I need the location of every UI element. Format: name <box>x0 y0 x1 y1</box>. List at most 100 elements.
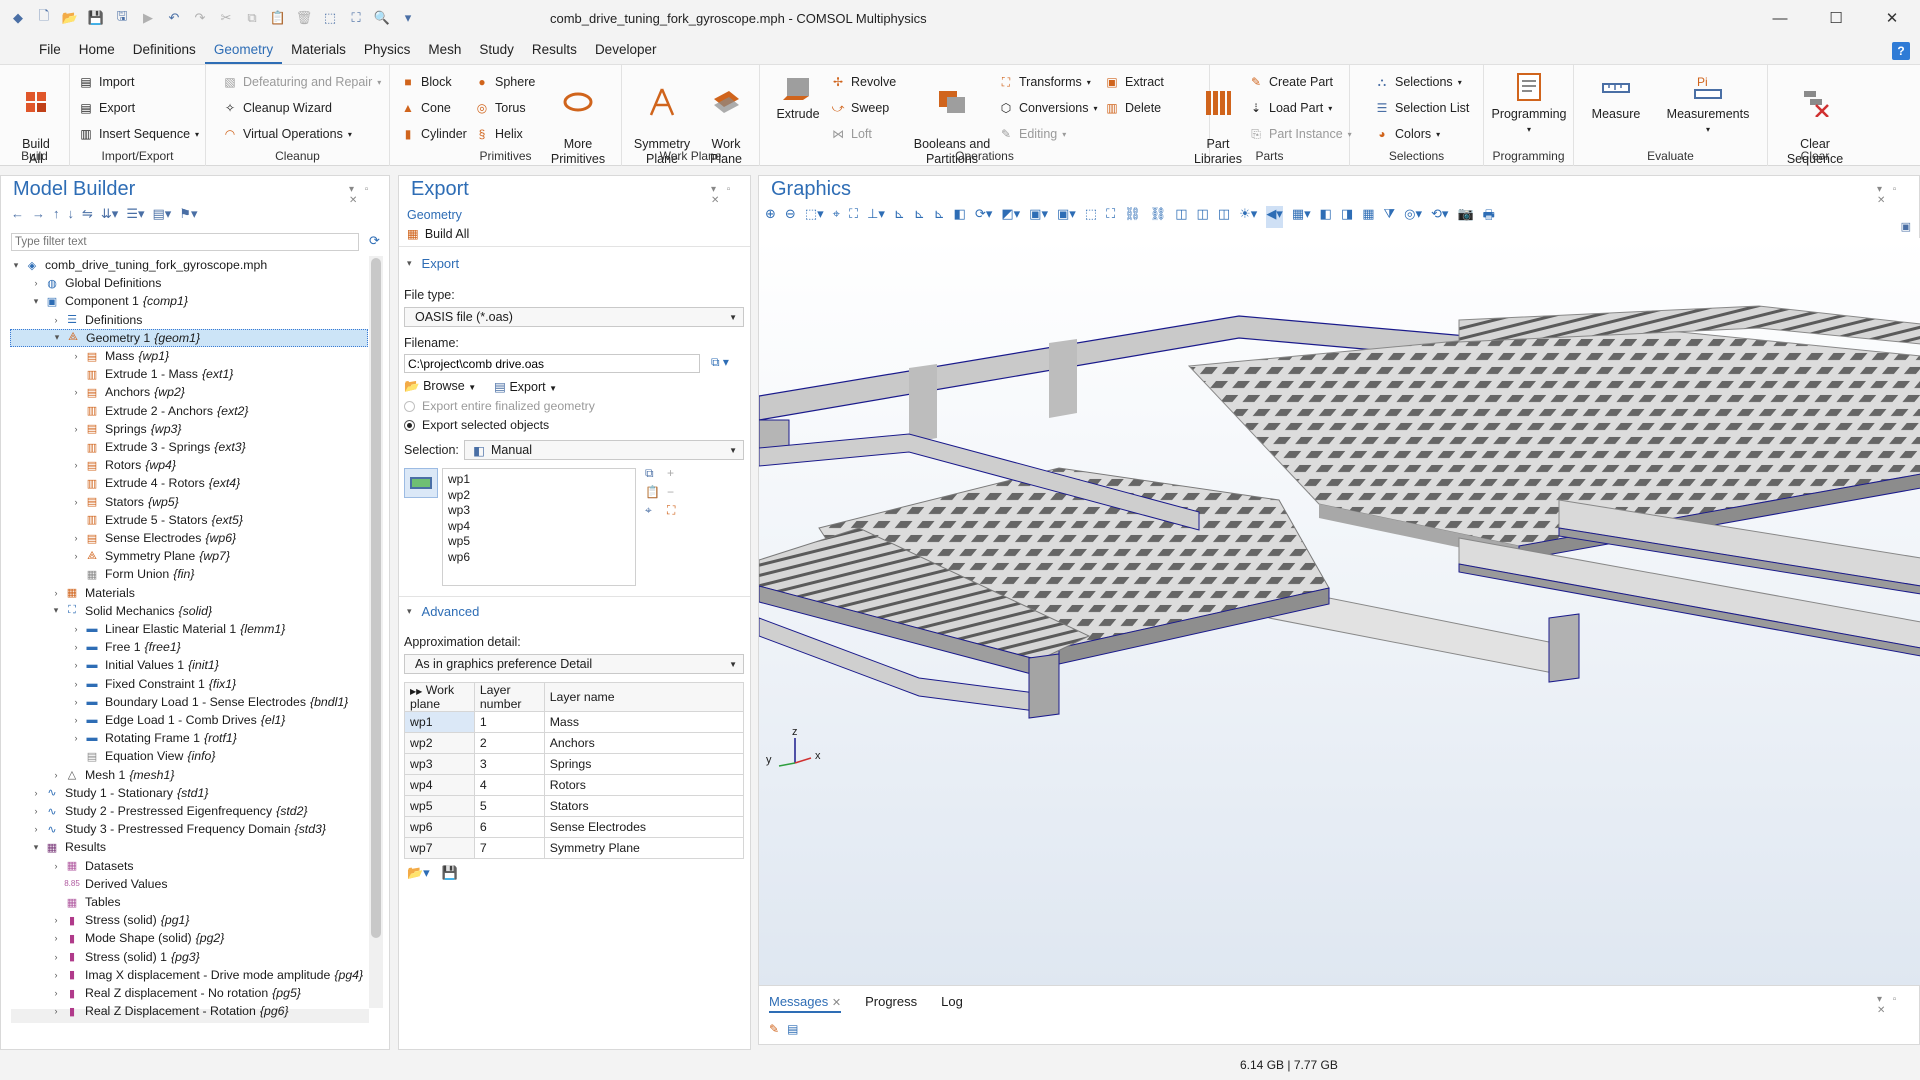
copy-selection-icon[interactable]: ⧉ <box>645 466 667 481</box>
import-button[interactable]: ▤ Import <box>78 71 134 93</box>
block-button[interactable]: ■ Block <box>400 71 451 93</box>
minimize-button[interactable]: — <box>1752 0 1808 36</box>
expand-icon[interactable]: › <box>70 351 82 361</box>
show-icon[interactable]: ⇋ <box>82 206 93 222</box>
programming-button[interactable]: Programming ▾ <box>1488 71 1570 137</box>
view-icon[interactable]: ▤▾ <box>153 206 172 222</box>
tree-node[interactable]: › ▦ Datasets <box>50 857 138 875</box>
menu-study[interactable]: Study <box>470 38 523 64</box>
selection-list-item[interactable]: wp4 <box>443 519 635 535</box>
tree-node[interactable]: › ▮ Real Z displacement - No rotation {pg5} <box>50 984 301 1002</box>
table-cell[interactable]: 5 <box>473 795 545 817</box>
expand-icon[interactable]: › <box>70 387 82 397</box>
expand-icon[interactable]: › <box>50 861 62 871</box>
views-icon[interactable]: ◧ <box>1320 206 1332 228</box>
select-objects-icon[interactable]: ◩▾ <box>1001 206 1020 228</box>
selection-list-item[interactable]: wp2 <box>443 488 635 504</box>
zoom-box-icon[interactable]: ⬚▾ <box>805 206 824 228</box>
insert-sequence-button[interactable]: ▥ Insert Sequence ▾ <box>78 123 199 145</box>
tree-node[interactable]: › ▦ Materials <box>50 584 139 602</box>
tree-node[interactable]: ▾ ◈ comb_drive_tuning_fork_gyroscope.mph <box>10 256 271 274</box>
tab-messages[interactable]: Messages ✕ <box>769 994 842 1013</box>
table-cell[interactable]: Mass <box>543 711 745 733</box>
select-box-icon[interactable]: ⬚ <box>1085 206 1097 228</box>
expand-icon[interactable]: ⇊▾ <box>101 206 118 222</box>
menu-home[interactable]: Home <box>70 38 124 64</box>
section-export[interactable]: ▾ Export <box>407 256 459 271</box>
run-icon[interactable]: ▶ <box>138 8 158 28</box>
wireframe-icon[interactable]: ◫ <box>1197 206 1209 228</box>
tab-log[interactable]: Log <box>941 994 963 1013</box>
zx-view-icon[interactable]: ⊾ <box>934 206 945 228</box>
tree-node[interactable]: ▾ ▦ Results <box>30 838 110 856</box>
help-button[interactable]: ? <box>1892 42 1910 60</box>
defeaturing-button[interactable]: ▧ Defeaturing and Repair ▾ <box>222 71 381 93</box>
selection-list-item[interactable]: wp6 <box>443 550 635 566</box>
loft-button[interactable]: ⋈ Loft <box>830 123 872 145</box>
tree-node[interactable]: ▥ Extrude 3 - Springs {ext3} <box>70 438 246 456</box>
expand-icon[interactable]: › <box>70 533 82 543</box>
default-view-icon[interactable]: ◧ <box>954 206 966 228</box>
delete-button[interactable]: ▥ Delete <box>1104 97 1161 119</box>
table-cell[interactable]: wp7 <box>404 837 475 859</box>
expand-icon[interactable]: › <box>70 424 82 434</box>
tree-node[interactable]: ▾ ⟁ Geometry 1 {geom1} <box>10 328 368 347</box>
expand-icon[interactable]: › <box>70 551 82 561</box>
scene-light-icon[interactable]: ☀▾ <box>1239 206 1257 228</box>
load-table-icon[interactable]: 📂▾ <box>407 865 430 881</box>
table-cell[interactable]: 6 <box>473 816 545 838</box>
tree-node[interactable]: › ▬ Edge Load 1 - Comb Drives {el1} <box>70 711 286 729</box>
menu-file[interactable]: File <box>30 38 70 64</box>
export-button[interactable]: ▤ Export <box>78 97 135 119</box>
pin-icon[interactable]: ⚑▾ <box>179 206 197 222</box>
clear-selection-icon[interactable]: ⛶ <box>1106 206 1115 228</box>
section-advanced[interactable]: ▾ Advanced <box>407 604 479 619</box>
expand-icon[interactable]: › <box>50 588 62 598</box>
table-cell[interactable]: wp6 <box>404 816 475 838</box>
up-icon[interactable]: ↑ <box>53 206 60 222</box>
radio-entire-geometry[interactable]: Export entire finalized geometry <box>404 399 595 413</box>
radio-selected-objects[interactable]: Export selected objects <box>404 418 549 432</box>
table-cell[interactable]: 3 <box>473 753 545 775</box>
expand-icon[interactable]: › <box>50 952 62 962</box>
collapse-icon[interactable]: ▾ <box>51 332 63 343</box>
select-boundary-icon[interactable]: ▣▾ <box>1057 206 1076 228</box>
selection-list-item[interactable]: wp3 <box>443 503 635 519</box>
tree-node[interactable]: › ▮ Mode Shape (solid) {pg2} <box>50 929 225 947</box>
expand-icon[interactable]: › <box>50 770 62 780</box>
table-cell[interactable]: wp5 <box>404 795 475 817</box>
open-icon[interactable]: 📂 <box>60 8 80 28</box>
header-cell[interactable]: ▶▶ Work plane <box>404 682 475 712</box>
tree-node[interactable]: › ⟁ Symmetry Plane {wp7} <box>70 547 231 565</box>
tree-node[interactable]: › ▬ Boundary Load 1 - Sense Electrodes {bnd… <box>70 693 349 711</box>
save-icon[interactable]: 💾 <box>86 8 106 28</box>
panel-controls[interactable]: ▾ ▫ ✕ <box>349 184 389 206</box>
tree-node[interactable]: › ▤ Springs {wp3} <box>70 420 182 438</box>
tree-scrollbar[interactable] <box>369 256 383 1008</box>
export-file-button[interactable]: ▤ Export ▼ <box>494 379 557 394</box>
yz-view-icon[interactable]: ⊾ <box>914 206 925 228</box>
table-cell[interactable]: wp4 <box>404 774 475 796</box>
table-row[interactable]: wp3 3 Springs <box>404 753 745 775</box>
highlight-icon[interactable]: ◎▾ <box>1404 206 1422 228</box>
tree-node[interactable]: › ▬ Rotating Frame 1 {rotf1} <box>70 729 237 747</box>
table-cell[interactable]: wp2 <box>404 732 475 754</box>
create-part-button[interactable]: ✎ Create Part <box>1248 71 1333 93</box>
part-instance-button[interactable]: ⎘ Part Instance ▾ <box>1248 123 1351 145</box>
table-cell[interactable]: 7 <box>473 837 545 859</box>
helix-button[interactable]: § Helix <box>474 123 523 145</box>
geometry-render[interactable] <box>758 238 1920 986</box>
table-cell[interactable]: Stators <box>543 795 745 817</box>
tree-node[interactable]: ▥ Extrude 2 - Anchors {ext2} <box>70 402 249 420</box>
expand-icon[interactable]: › <box>70 642 82 652</box>
tree-node[interactable]: ▤ Equation View {info} <box>70 747 216 765</box>
measurements-button[interactable]: Pi Measurements ▾ <box>1658 71 1758 137</box>
cut-icon[interactable]: ✂ <box>216 8 236 28</box>
expand-icon[interactable]: › <box>50 915 62 925</box>
tree-node[interactable]: › ▤ Stators {wp5} <box>70 493 179 511</box>
table-cell[interactable]: Rotors <box>543 774 745 796</box>
tab-progress[interactable]: Progress <box>865 994 917 1013</box>
layout-icon[interactable]: ◨ <box>1341 206 1353 228</box>
show-icon[interactable]: ⛓ <box>1150 206 1167 228</box>
table-cell[interactable]: 2 <box>473 732 545 754</box>
